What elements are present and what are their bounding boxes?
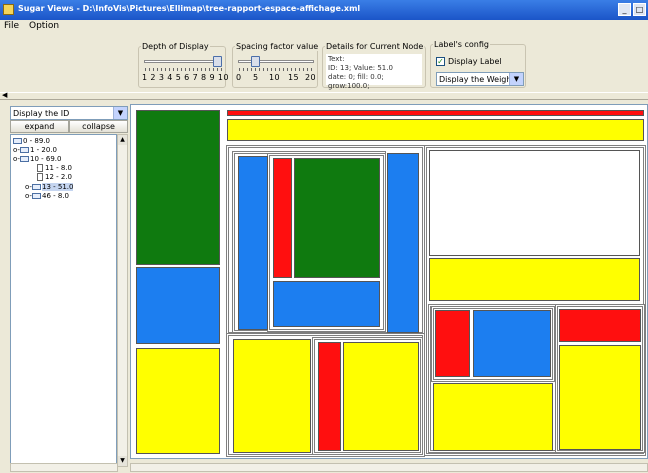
chevron-down-icon[interactable]: ▼ — [509, 73, 523, 85]
treemap-tile[interactable] — [318, 342, 341, 451]
treemap-tile[interactable] — [435, 310, 470, 377]
treemap-tile[interactable] — [559, 345, 641, 450]
tree-toggle-icon[interactable]: o- — [25, 192, 32, 201]
tree-node-12[interactable]: 12 - 2.0 — [37, 173, 72, 182]
details-label: Details for Current Node — [325, 42, 425, 51]
treemap-horizontal-scrollbar[interactable] — [130, 463, 648, 472]
depth-label: Depth of Display — [141, 42, 210, 51]
treemap-tile[interactable] — [136, 267, 220, 344]
spacing-label: Spacing factor value — [235, 42, 320, 51]
maximize-button[interactable]: □ — [633, 3, 646, 16]
collapse-arrow-icon[interactable]: ◀ — [2, 91, 7, 99]
spacing-tick-5: 5 — [253, 73, 259, 82]
menu-option[interactable]: Option — [29, 21, 59, 31]
tree-toggle-icon[interactable]: o- — [13, 146, 20, 155]
treemap-tile[interactable] — [136, 348, 220, 454]
left-panel: Display the ID ▼ expand collapse 0 - 89.… — [10, 106, 128, 473]
treemap-tile[interactable] — [136, 110, 220, 265]
tree-node-10[interactable]: o- 10 - 69.0 — [13, 155, 61, 164]
app-icon — [3, 4, 14, 15]
spacing-tick-20: 20 — [305, 73, 316, 82]
treemap-tile[interactable] — [294, 158, 380, 278]
spacing-group: Spacing factor value 0 5 10 15 20 — [232, 42, 320, 88]
spacing-tick-15: 15 — [288, 73, 299, 82]
tree-vertical-scrollbar[interactable]: ▲ ▼ — [117, 134, 128, 467]
tree-view: 0 - 89.0 o- 1 - 20.0 o- 10 - 69.0 11 - 8.0… — [10, 134, 117, 467]
tree-node-label: 13 - 51.0 — [42, 183, 74, 191]
tree-node-label: 12 - 2.0 — [45, 173, 73, 181]
treemap-tile[interactable] — [343, 342, 419, 451]
depth-tick-labels: 1 2 3 4 5 6 7 8 9 10 — [142, 73, 229, 82]
treemap-tile[interactable] — [433, 383, 553, 451]
file-icon — [37, 173, 43, 181]
details-box: Text: ID: 13; Value: 51.0 date: 0; fill:… — [326, 54, 422, 90]
tree-node-1[interactable]: o- 1 - 20.0 — [13, 146, 57, 155]
folder-icon — [32, 193, 41, 199]
details-line-id: ID: 13; Value: 51.0 — [328, 64, 393, 72]
file-icon — [37, 164, 43, 172]
folder-icon — [20, 147, 29, 153]
spacing-ticks — [239, 68, 315, 71]
treemap-tile[interactable] — [387, 153, 419, 333]
treemap-tile[interactable] — [227, 110, 644, 116]
treemap-tile[interactable] — [273, 158, 292, 278]
tree-node-label: 1 - 20.0 — [30, 146, 58, 154]
treemap-tile[interactable] — [233, 339, 311, 453]
details-line-date: date: 0; fill: 0.0; grow:100.0; — [328, 73, 384, 90]
controls-toolbar: Depth of Display 1 2 3 4 5 6 7 8 9 10 Sp… — [0, 34, 648, 90]
folder-icon — [32, 184, 41, 190]
tree-node-46[interactable]: o- 46 - 8.0 — [25, 192, 69, 201]
tree-node-11[interactable]: 11 - 8.0 — [37, 164, 72, 173]
menu-bar: File Option — [0, 20, 648, 34]
id-select-value: Display the ID — [13, 109, 70, 118]
tree-node-label: 46 - 8.0 — [42, 192, 70, 200]
details-group: Details for Current Node Text: ID: 13; V… — [322, 42, 426, 90]
window-title: Sugar Views - D:\InfoVis\Pictures\Ellima… — [18, 4, 361, 13]
weight-select-value: Display the Weight — [439, 75, 515, 84]
folder-icon — [20, 156, 29, 162]
labels-config-group: Label's config ✓ Display Label Display t… — [430, 40, 526, 88]
tree-node-label: 0 - 89.0 — [23, 137, 51, 145]
display-label-text: Display Label — [448, 57, 502, 66]
spacing-slider-track[interactable] — [238, 60, 314, 63]
tree-node-label: 11 - 8.0 — [45, 164, 73, 172]
treemap-tile[interactable] — [429, 258, 640, 301]
treemap-tile[interactable] — [227, 119, 644, 141]
display-label-checkbox[interactable]: ✓ — [436, 57, 445, 66]
spacing-slider-thumb[interactable] — [251, 56, 260, 67]
treemap-tile[interactable] — [473, 310, 551, 377]
depth-slider-track[interactable] — [144, 60, 222, 63]
scroll-up-icon[interactable]: ▲ — [118, 135, 127, 145]
collapse-button[interactable]: collapse — [69, 120, 128, 133]
window-titlebar: Sugar Views - D:\InfoVis\Pictures\Ellima… — [0, 0, 648, 20]
chevron-down-icon[interactable]: ▼ — [113, 107, 127, 119]
treemap-tile[interactable] — [273, 281, 380, 327]
minimize-button[interactable]: _ — [618, 3, 631, 16]
folder-icon — [13, 138, 22, 144]
tree-toggle-icon[interactable]: o- — [13, 155, 20, 164]
tree-node-13[interactable]: o- 13 - 51.0 — [25, 183, 74, 192]
weight-select[interactable]: Display the Weight ▼ — [436, 72, 524, 86]
tree-node-0[interactable]: 0 - 89.0 — [13, 137, 50, 146]
depth-ticks — [145, 68, 223, 71]
menu-file[interactable]: File — [4, 21, 19, 31]
tree-toggle-icon[interactable]: o- — [25, 183, 32, 192]
depth-slider-thumb[interactable] — [213, 56, 222, 67]
id-select[interactable]: Display the ID ▼ — [10, 106, 128, 120]
spacing-tick-0: 0 — [236, 73, 242, 82]
depth-group: Depth of Display 1 2 3 4 5 6 7 8 9 10 — [138, 42, 229, 88]
tree-node-label: 10 - 69.0 — [30, 155, 62, 163]
treemap-tile[interactable] — [429, 150, 640, 256]
labels-config-label: Label's config — [433, 40, 490, 49]
horizontal-splitter[interactable]: ◀ — [0, 91, 648, 100]
tree-horizontal-scrollbar[interactable] — [10, 463, 118, 472]
expand-button[interactable]: expand — [10, 120, 69, 133]
treemap-tile[interactable] — [559, 309, 641, 342]
spacing-tick-10: 10 — [269, 73, 280, 82]
details-line-text: Text: — [328, 55, 345, 63]
treemap-tile[interactable] — [238, 156, 268, 330]
treemap-canvas — [130, 104, 648, 459]
scroll-down-icon[interactable]: ▼ — [118, 456, 127, 466]
